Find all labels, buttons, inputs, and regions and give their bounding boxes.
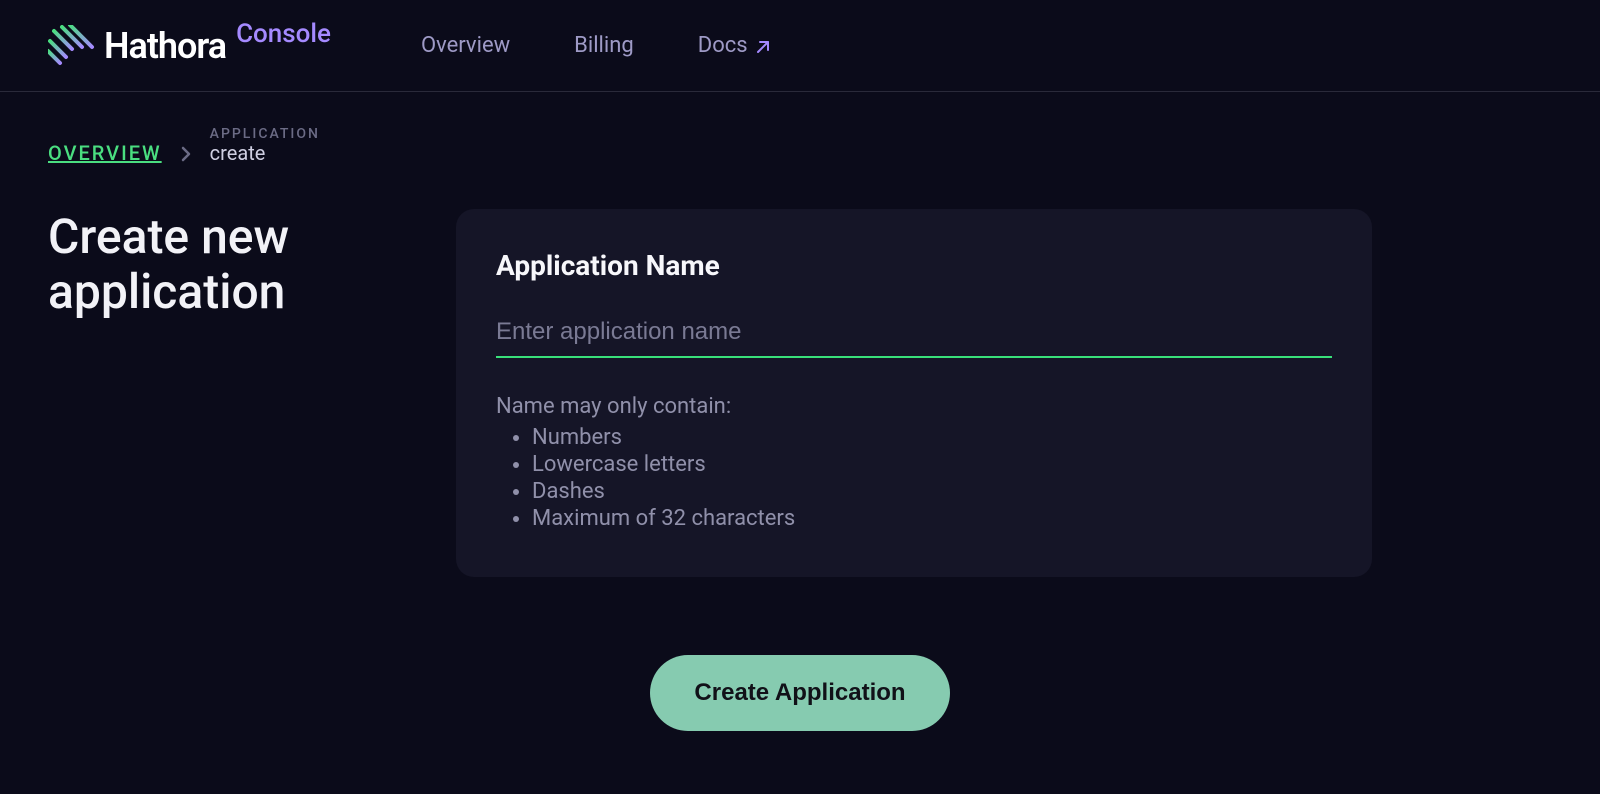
helper-rule: Numbers [532, 425, 1332, 450]
chevron-right-icon [180, 145, 192, 163]
app-name-label: Application Name [496, 249, 1332, 282]
primary-nav: Overview Billing Docs [421, 33, 772, 58]
app-header: Hathora Console Overview Billing Docs [0, 0, 1600, 92]
nav-overview[interactable]: Overview [421, 33, 510, 58]
breadcrumb-eyebrow: APPLICATION [210, 126, 320, 142]
nav-billing[interactable]: Billing [574, 33, 634, 58]
logo-text: Hathora [104, 25, 226, 67]
logo-suffix: Console [236, 19, 331, 49]
helper-rule: Lowercase letters [532, 452, 1332, 477]
nav-docs-label: Docs [698, 33, 748, 58]
nav-docs[interactable]: Docs [698, 33, 772, 58]
cta-row: Create Application [48, 655, 1552, 731]
create-application-button[interactable]: Create Application [650, 655, 949, 731]
app-name-card: Application Name Name may only contain: … [456, 209, 1372, 577]
external-link-icon [754, 37, 772, 55]
app-name-helper: Name may only contain: Numbers Lowercase… [496, 394, 1332, 531]
helper-rule: Maximum of 32 characters [532, 506, 1332, 531]
breadcrumb-root[interactable]: OVERVIEW [48, 141, 162, 165]
breadcrumb: OVERVIEW APPLICATION create [48, 126, 1552, 165]
app-name-input[interactable] [496, 310, 1332, 358]
breadcrumb-current: create [210, 142, 320, 165]
logo-icon [48, 25, 96, 67]
helper-rules-list: Numbers Lowercase letters Dashes Maximum… [496, 425, 1332, 531]
breadcrumb-current-stack: APPLICATION create [210, 126, 320, 165]
helper-intro: Name may only contain: [496, 394, 1332, 419]
main-content: OVERVIEW APPLICATION create Create new a… [0, 92, 1600, 731]
logo[interactable]: Hathora Console [48, 25, 331, 67]
page-title: Create new application [48, 209, 408, 577]
helper-rule: Dashes [532, 479, 1332, 504]
